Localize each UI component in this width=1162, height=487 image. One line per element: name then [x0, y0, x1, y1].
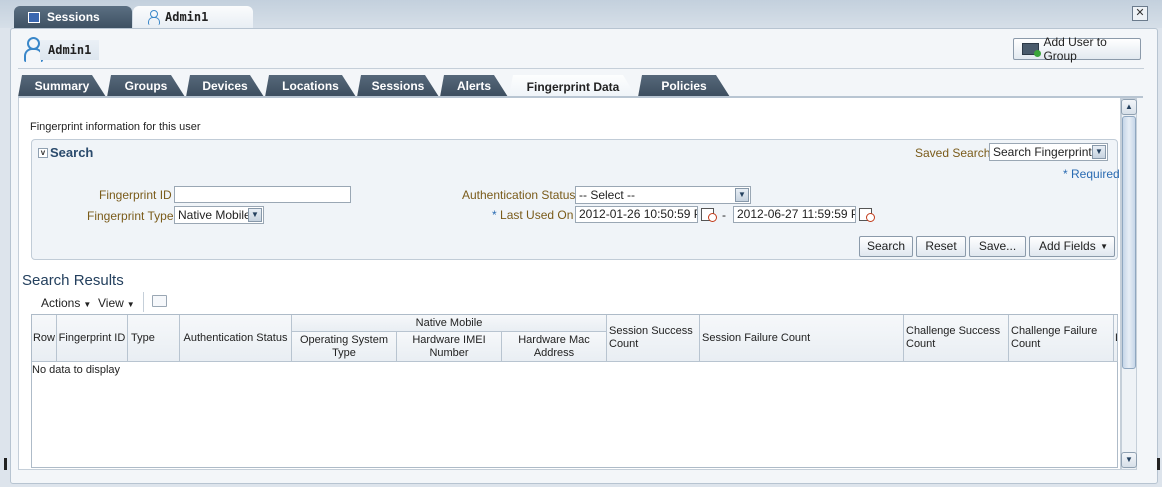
col-header-truncated[interactable]: L [1114, 315, 1118, 362]
tab-sessions[interactable]: Sessions [357, 75, 439, 97]
col-header-session-failure[interactable]: Session Failure Count [700, 315, 904, 362]
add-fields-label: Add Fields [1039, 239, 1096, 253]
toolbar-divider [143, 292, 144, 312]
page-title: Admin1 [40, 40, 100, 60]
required-star: * [492, 208, 497, 222]
scrollbar-thumb[interactable] [1122, 116, 1136, 369]
divider [18, 68, 1144, 69]
col-header-imei[interactable]: Hardware IMEI Number [397, 332, 502, 362]
caret-down-icon: ▼ [1100, 242, 1108, 251]
top-tab-sessions-label: Sessions [47, 10, 100, 24]
col-group-native-mobile: Native Mobile [292, 315, 607, 332]
last-used-from-input[interactable]: 2012-01-26 10:50:59 PM [575, 206, 698, 223]
fingerprint-type-label: Fingerprint Type [87, 209, 174, 223]
fingerprint-id-label: Fingerprint ID [99, 188, 172, 202]
calendar-icon[interactable] [859, 207, 875, 222]
col-header-type[interactable]: Type [128, 315, 180, 362]
view-label: View [98, 296, 124, 310]
chevron-down-icon: ▼ [248, 208, 262, 222]
group-add-icon [1022, 43, 1042, 57]
scroll-down-icon[interactable]: ▼ [1121, 452, 1137, 468]
date-range-dash: - [722, 208, 726, 222]
col-header-os-type[interactable]: Operating System Type [292, 332, 397, 362]
top-tab-admin1-label: Admin1 [165, 10, 209, 24]
required-note: * Required [1063, 167, 1120, 181]
col-header-session-success[interactable]: Session Success Count [607, 315, 700, 362]
search-title: Search [50, 145, 94, 160]
last-used-to-input[interactable]: 2012-06-27 11:59:59 PM [733, 206, 856, 223]
actions-menu[interactable]: Actions ▼ [41, 296, 91, 310]
saved-search-label: Saved Search [915, 146, 991, 160]
fingerprint-type-value: Native Mobile [178, 208, 251, 222]
top-tab-sessions[interactable]: Sessions [14, 6, 132, 28]
user-icon [147, 10, 160, 25]
search-results-title: Search Results [22, 272, 124, 289]
scroll-up-icon[interactable]: ▲ [1121, 99, 1137, 115]
close-icon[interactable]: ✕ [1132, 6, 1148, 21]
search-button[interactable]: Search [859, 236, 913, 257]
saved-search-value: Search Fingerprints [993, 145, 1098, 159]
search-toggle[interactable]: v Search [38, 145, 93, 160]
chevron-down-icon: ▼ [1092, 145, 1106, 159]
chevron-down-icon: v [38, 147, 48, 158]
col-header-challenge-success[interactable]: Challenge Success Count [904, 315, 1009, 362]
fingerprint-id-input[interactable] [174, 186, 351, 203]
save-button[interactable]: Save... [969, 236, 1026, 257]
folder-icon[interactable] [152, 295, 167, 307]
empty-message: No data to display [32, 364, 121, 376]
saved-search-select[interactable]: Search Fingerprints ▼ [989, 143, 1108, 161]
calendar-icon[interactable] [701, 207, 717, 222]
auth-status-value: -- Select -- [579, 188, 636, 202]
actions-label: Actions [41, 296, 81, 310]
reset-button[interactable]: Reset [916, 236, 966, 257]
tab-locations[interactable]: Locations [265, 75, 356, 97]
last-used-label: * Last Used On [492, 208, 573, 222]
left-splitter-handle[interactable] [4, 458, 7, 470]
col-header-challenge-failure[interactable]: Challenge Failure Count [1009, 315, 1114, 362]
user-large-icon [22, 36, 43, 62]
top-tab-admin1[interactable]: Admin1 [133, 6, 253, 28]
tab-policies[interactable]: Policies [638, 75, 730, 97]
sessions-icon [28, 11, 40, 23]
add-fields-button[interactable]: Add Fields ▼ [1029, 236, 1115, 257]
right-splitter-handle[interactable] [1157, 458, 1160, 470]
col-header-fingerprint-id[interactable]: Fingerprint ID [57, 315, 128, 362]
col-header-row[interactable]: Row [32, 315, 57, 362]
auth-status-label: Authentication Status [462, 188, 576, 202]
col-header-auth-status[interactable]: Authentication Status [180, 315, 292, 362]
caret-down-icon: ▼ [83, 300, 92, 309]
tab-summary[interactable]: Summary [18, 75, 106, 97]
fingerprint-type-select[interactable]: Native Mobile ▼ [174, 206, 264, 224]
info-text: Fingerprint information for this user [30, 121, 201, 133]
chevron-down-icon: ▼ [735, 188, 749, 202]
caret-down-icon: ▼ [126, 300, 135, 309]
add-user-to-group-label: Add User to Group [1043, 35, 1107, 63]
last-used-label-text: Last Used On [500, 208, 574, 222]
auth-status-select[interactable]: -- Select -- ▼ [575, 186, 751, 204]
view-menu[interactable]: View ▼ [98, 296, 135, 310]
col-header-mac[interactable]: Hardware Mac Address [502, 332, 607, 362]
tab-fingerprint-data[interactable]: Fingerprint Data [509, 75, 637, 98]
add-user-to-group-button[interactable]: Add User to Group [1013, 35, 1141, 63]
